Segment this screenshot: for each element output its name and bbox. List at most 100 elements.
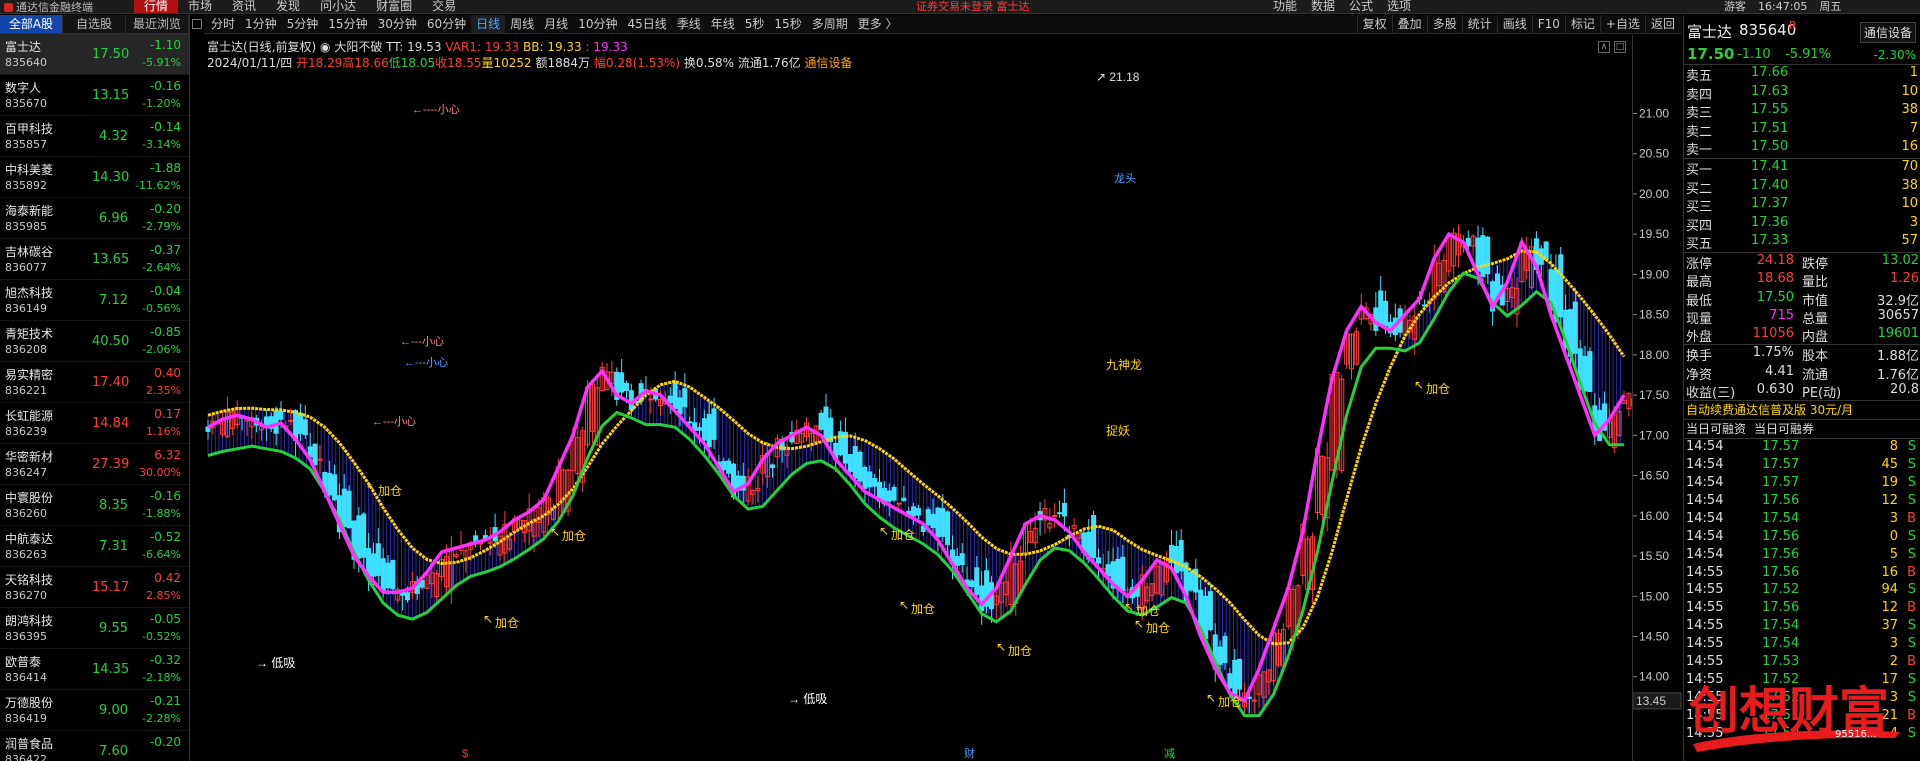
- user-label[interactable]: 游客: [1724, 0, 1746, 13]
- stock-row[interactable]: 润普食品 836422 7.60 -0.20: [0, 731, 189, 761]
- menu-item-shuju[interactable]: 数据: [1311, 0, 1335, 13]
- kline-chart[interactable]: ↖ 加仓 ↖ 加仓 ↖ 加仓 ↖ 加仓 ↖ 加仓 ↖ 加仓 ↖ 加仓 ↖ 加仓 ↖ 加仓 ↖ 加仓 → 低吸 → 低吸 ←-…: [204, 35, 1632, 761]
- login-warning[interactable]: 证券交易未登录 富士达: [916, 0, 1030, 13]
- quote-value: 32.9亿: [1877, 293, 1919, 309]
- jiacang-arrow: ↖: [1206, 691, 1216, 705]
- menu-item-gongneng[interactable]: 功能: [1273, 0, 1297, 13]
- kline-svg[interactable]: ↖ 加仓↖ 加仓↖ 加仓 ↖ 加仓↖ 加仓↖ 加仓↖ 加仓↖ 加仓↖ 加仓↖ 加仓→ 低吸→ 低吸←-…: [204, 35, 1632, 761]
- bar-industry[interactable]: 通信设备: [804, 56, 852, 70]
- stock-row[interactable]: 易实精密 836221 17.40 0.40 2.35%: [0, 362, 189, 403]
- indicator-gear-icon[interactable]: ◉: [320, 40, 330, 54]
- period-1分钟[interactable]: 1分钟: [240, 15, 282, 33]
- menu-item-wenxiaoda[interactable]: 问小达: [310, 0, 366, 13]
- ask-price[interactable]: 17.55: [1751, 102, 1788, 117]
- chart-expand-icon[interactable]: ∧: [1598, 41, 1610, 53]
- ask-price[interactable]: 17.66: [1751, 65, 1788, 80]
- stock-row[interactable]: 富士达 835640 17.50 -1.10 -5.91%: [0, 34, 189, 75]
- tool-叠加[interactable]: 叠加: [1391, 15, 1427, 33]
- tab-recent[interactable]: 最近浏览: [126, 15, 189, 33]
- stock-row[interactable]: 旭杰科技 836149 7.12 -0.04 -0.56%: [0, 280, 189, 321]
- tool-画线[interactable]: 画线: [1496, 15, 1532, 33]
- stock-row[interactable]: 中航泰达 836263 7.31 -0.52 -6.64%: [0, 526, 189, 567]
- stock-row[interactable]: 朗鸿科技 836395 9.55 -0.05 -0.52%: [0, 608, 189, 649]
- stock-pct: 2.85%: [146, 589, 181, 602]
- tool-返回[interactable]: 返回: [1644, 15, 1680, 33]
- indicator-name[interactable]: 大阳不破: [334, 40, 382, 54]
- tool-F10[interactable]: F10: [1531, 15, 1565, 33]
- stock-row[interactable]: 长虹能源 836239 14.84 0.17 1.16%: [0, 403, 189, 444]
- stock-row[interactable]: 中寰股份 836260 8.35 -0.16 -1.88%: [0, 485, 189, 526]
- quote-label: 股本: [1802, 349, 1829, 365]
- stock-row[interactable]: 欧普泰 836414 14.35 -0.32 -2.18%: [0, 649, 189, 690]
- tool-复权[interactable]: 复权: [1356, 15, 1392, 33]
- chart-max-icon[interactable]: □: [1614, 41, 1626, 53]
- tool-统计[interactable]: 统计: [1461, 15, 1497, 33]
- menu-item-jiaoyi[interactable]: 交易: [422, 0, 466, 13]
- period-多周期[interactable]: 多周期: [807, 15, 853, 33]
- bid-price[interactable]: 17.33: [1751, 233, 1788, 248]
- tab-margin-short[interactable]: 当日可融券: [1754, 420, 1814, 438]
- stock-row[interactable]: 万德股份 836419 9.00 -0.21 -2.28%: [0, 690, 189, 731]
- stock-row[interactable]: 青矩技术 836208 40.50 -0.85 -2.06%: [0, 321, 189, 362]
- tab-margin-finance[interactable]: 当日可融资: [1686, 420, 1746, 438]
- tool-标记[interactable]: 标记: [1564, 15, 1600, 33]
- stock-row[interactable]: 中科美菱 835892 14.30 -1.88 -11.62%: [0, 157, 189, 198]
- ask-price[interactable]: 17.51: [1751, 121, 1788, 136]
- tab-watchlist[interactable]: 自选股: [63, 15, 126, 33]
- period-更多 〉[interactable]: 更多 〉: [853, 15, 903, 33]
- period-年线[interactable]: 年线: [706, 15, 740, 33]
- period-15分钟[interactable]: 15分钟: [323, 15, 372, 33]
- bid-price[interactable]: 17.36: [1751, 215, 1788, 230]
- jiacang-arrow: ↖: [996, 640, 1006, 654]
- menu-item-caifuquan[interactable]: 财富圈: [366, 0, 422, 13]
- menu-item-faxian[interactable]: 发现: [266, 0, 310, 13]
- period-5分钟[interactable]: 5分钟: [282, 15, 324, 33]
- period-5秒[interactable]: 5秒: [740, 15, 770, 33]
- menu-item-xuanxiang[interactable]: 选项: [1387, 0, 1411, 13]
- stock-row[interactable]: 天铭科技 836270 15.17 0.42 2.85%: [0, 567, 189, 608]
- period-日线[interactable]: 日线: [471, 15, 506, 33]
- tool-+自选[interactable]: +自选: [1599, 15, 1645, 33]
- industry-button[interactable]: 通信设备: [1859, 22, 1916, 43]
- period-月线[interactable]: 月线: [539, 15, 573, 33]
- menu-item-shichang[interactable]: 市场: [178, 0, 222, 13]
- ask-price[interactable]: 17.50: [1751, 139, 1788, 154]
- stock-row[interactable]: 百甲科技 835857 4.32 -0.14 -3.14%: [0, 116, 189, 157]
- stock-row[interactable]: 吉林碳谷 836077 13.65 -0.37 -2.64%: [0, 239, 189, 280]
- quote-stock-name: 富士达: [1687, 23, 1733, 41]
- bid-price[interactable]: 17.41: [1751, 159, 1788, 174]
- period-10分钟[interactable]: 10分钟: [573, 15, 622, 33]
- collapse-icon[interactable]: [192, 19, 202, 29]
- bid-price[interactable]: 17.40: [1751, 178, 1788, 193]
- ask-price[interactable]: 17.63: [1751, 84, 1788, 99]
- stock-row[interactable]: 华密新材 836247 27.39 6.32 30.00%: [0, 444, 189, 485]
- period-toolbar: 分时 1分钟 5分钟 15分钟 30分钟 60分钟 日线 周线 月线 10分钟 45日线 季线 年线 5秒…: [204, 15, 1682, 34]
- tab-all-a[interactable]: 全部A股: [0, 15, 63, 33]
- trade-time: 14:54: [1686, 528, 1724, 544]
- weekday: 周五: [1819, 0, 1842, 13]
- menu-item-gongshi[interactable]: 公式: [1349, 0, 1373, 13]
- trade-side: S: [1907, 582, 1916, 598]
- menu-item-hangqing[interactable]: 行情: [134, 0, 179, 13]
- trade-price: 17.52: [1762, 671, 1800, 687]
- trade-side: B: [1907, 707, 1916, 723]
- stock-row[interactable]: 海泰新能 835985 6.96 -0.20 -2.79%: [0, 198, 189, 239]
- period-周线[interactable]: 周线: [505, 15, 539, 33]
- jiacang-arrow: ↖: [1414, 378, 1424, 392]
- menu-item-zixun[interactable]: 资讯: [222, 0, 266, 13]
- stock-row[interactable]: 数字人 835670 13.15 -0.16 -1.20%: [0, 75, 189, 116]
- subscription-banner[interactable]: 自动续费通达信普及版 30元/月: [1684, 401, 1920, 421]
- period-60分钟[interactable]: 60分钟: [422, 15, 471, 33]
- bid-price[interactable]: 17.37: [1751, 196, 1788, 211]
- period-15秒[interactable]: 15秒: [769, 15, 806, 33]
- candle-body: [385, 562, 391, 589]
- axis-tick-label: 18.00: [1639, 348, 1669, 362]
- trade-price: 17.56: [1762, 546, 1800, 562]
- trade-row: 14:54 17.57 19 S: [1684, 475, 1920, 493]
- trade-price: 17.57: [1762, 457, 1800, 473]
- period-分时[interactable]: 分时: [206, 15, 240, 33]
- period-45日线[interactable]: 45日线: [622, 15, 671, 33]
- tool-多股[interactable]: 多股: [1426, 15, 1462, 33]
- period-季线[interactable]: 季线: [672, 15, 706, 33]
- period-30分钟[interactable]: 30分钟: [373, 15, 422, 33]
